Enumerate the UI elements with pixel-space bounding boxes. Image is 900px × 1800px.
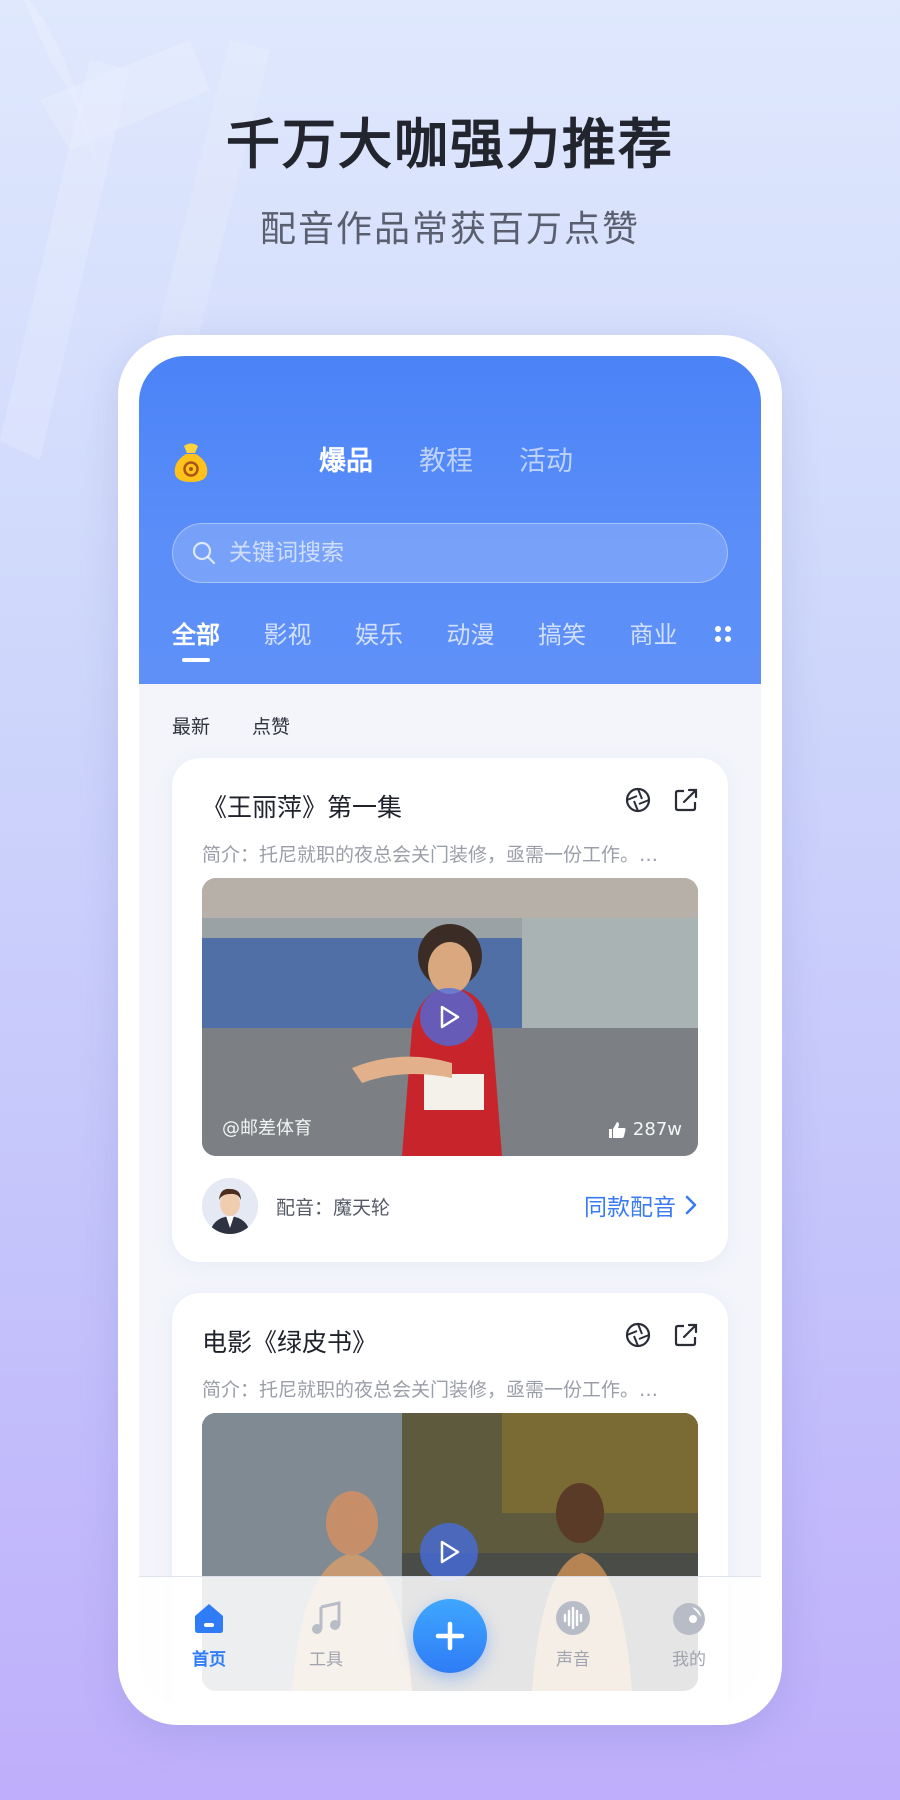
video-thumbnail[interactable]: @邮差体育 287w bbox=[202, 878, 698, 1156]
play-icon bbox=[440, 1005, 460, 1029]
aperture-icon[interactable] bbox=[624, 1321, 652, 1349]
category-business[interactable]: 商业 bbox=[630, 618, 722, 652]
card-description: 简介：托尼就职的夜总会关门装修，亟需一份工作。… bbox=[202, 844, 659, 866]
search-input[interactable] bbox=[229, 540, 689, 566]
tab-home-label: 首页 bbox=[192, 1650, 226, 1670]
dubber-avatar-image bbox=[202, 1178, 258, 1234]
app-screen: 爆品 教程 活动 全部 影视 娱乐 动漫 搞笑 商业 最新 点赞 bbox=[139, 356, 761, 1704]
search-icon bbox=[192, 541, 216, 565]
thumbnail-author: @邮差体育 bbox=[222, 1118, 312, 1139]
share-icon[interactable] bbox=[672, 1321, 700, 1349]
profile-icon bbox=[673, 1603, 705, 1635]
sort-latest[interactable]: 最新 bbox=[172, 712, 210, 739]
same-dub-button[interactable]: 同款配音 bbox=[584, 1188, 698, 1222]
play-button[interactable] bbox=[420, 988, 478, 1046]
music-note-icon bbox=[312, 1601, 341, 1634]
video-card[interactable]: 《王丽萍》第一集 简介：托尼就职的夜总会关门装修，亟需一份工作。… @邮差体育 … bbox=[172, 758, 728, 1262]
tab-home[interactable]: 首页 bbox=[169, 1599, 249, 1670]
card-actions bbox=[624, 786, 700, 814]
plus-icon bbox=[435, 1621, 465, 1651]
chevron-right-icon bbox=[685, 1195, 697, 1215]
share-icon[interactable] bbox=[672, 786, 700, 814]
create-button[interactable] bbox=[413, 1599, 487, 1673]
top-tabs: 爆品 教程 活动 bbox=[319, 442, 573, 482]
home-icon bbox=[195, 1604, 223, 1633]
category-anime[interactable]: 动漫 bbox=[447, 618, 539, 652]
tab-mine-label: 我的 bbox=[672, 1650, 706, 1670]
tab-mine[interactable]: 我的 bbox=[649, 1599, 729, 1670]
header-area: 爆品 教程 活动 全部 影视 娱乐 动漫 搞笑 商业 bbox=[139, 356, 761, 684]
thumbs-up-icon bbox=[608, 1121, 626, 1138]
dubber-name: 配音：魔天轮 bbox=[276, 1197, 391, 1219]
money-bag-icon[interactable] bbox=[171, 442, 211, 484]
sound-wave-icon bbox=[556, 1601, 590, 1635]
avatar[interactable] bbox=[202, 1178, 258, 1234]
bottom-tab-bar: 首页 工具 声音 我的 bbox=[139, 1576, 761, 1704]
like-count: 287w bbox=[607, 1119, 682, 1140]
card-description: 简介：托尼就职的夜总会关门装修，亟需一份工作。… bbox=[202, 1379, 659, 1401]
tab-tools[interactable]: 工具 bbox=[286, 1599, 366, 1670]
card-footer: 配音：魔天轮 同款配音 bbox=[202, 1178, 698, 1234]
more-categories-icon[interactable] bbox=[713, 623, 733, 645]
sort-options: 最新 点赞 bbox=[172, 712, 290, 739]
tab-tutorials[interactable]: 教程 bbox=[419, 442, 473, 482]
promo-subline: 配音作品常获百万点赞 bbox=[259, 209, 640, 250]
category-entertainment[interactable]: 娱乐 bbox=[355, 618, 447, 652]
tab-hot-products[interactable]: 爆品 bbox=[319, 442, 373, 482]
aperture-icon[interactable] bbox=[624, 786, 652, 814]
tab-tools-label: 工具 bbox=[309, 1650, 343, 1670]
tab-activities[interactable]: 活动 bbox=[519, 442, 573, 482]
play-button[interactable] bbox=[420, 1523, 478, 1581]
like-count-value: 287w bbox=[632, 1119, 682, 1140]
tab-voice-label: 声音 bbox=[556, 1650, 590, 1670]
same-dub-label: 同款配音 bbox=[584, 1195, 676, 1221]
category-film-tv[interactable]: 影视 bbox=[264, 618, 356, 652]
card-title: 《王丽萍》第一集 bbox=[202, 793, 403, 822]
category-tabs: 全部 影视 娱乐 动漫 搞笑 商业 bbox=[172, 618, 722, 662]
category-all[interactable]: 全部 bbox=[172, 618, 264, 662]
card-title: 电影《绿皮书》 bbox=[202, 1328, 378, 1357]
promo-headline: 千万大咖强力推荐 bbox=[226, 113, 674, 176]
play-icon bbox=[440, 1540, 460, 1564]
category-funny[interactable]: 搞笑 bbox=[538, 618, 630, 652]
tab-voice[interactable]: 声音 bbox=[533, 1599, 613, 1670]
card-actions bbox=[624, 1321, 700, 1349]
sort-likes[interactable]: 点赞 bbox=[252, 712, 290, 739]
search-bar[interactable] bbox=[172, 523, 728, 583]
